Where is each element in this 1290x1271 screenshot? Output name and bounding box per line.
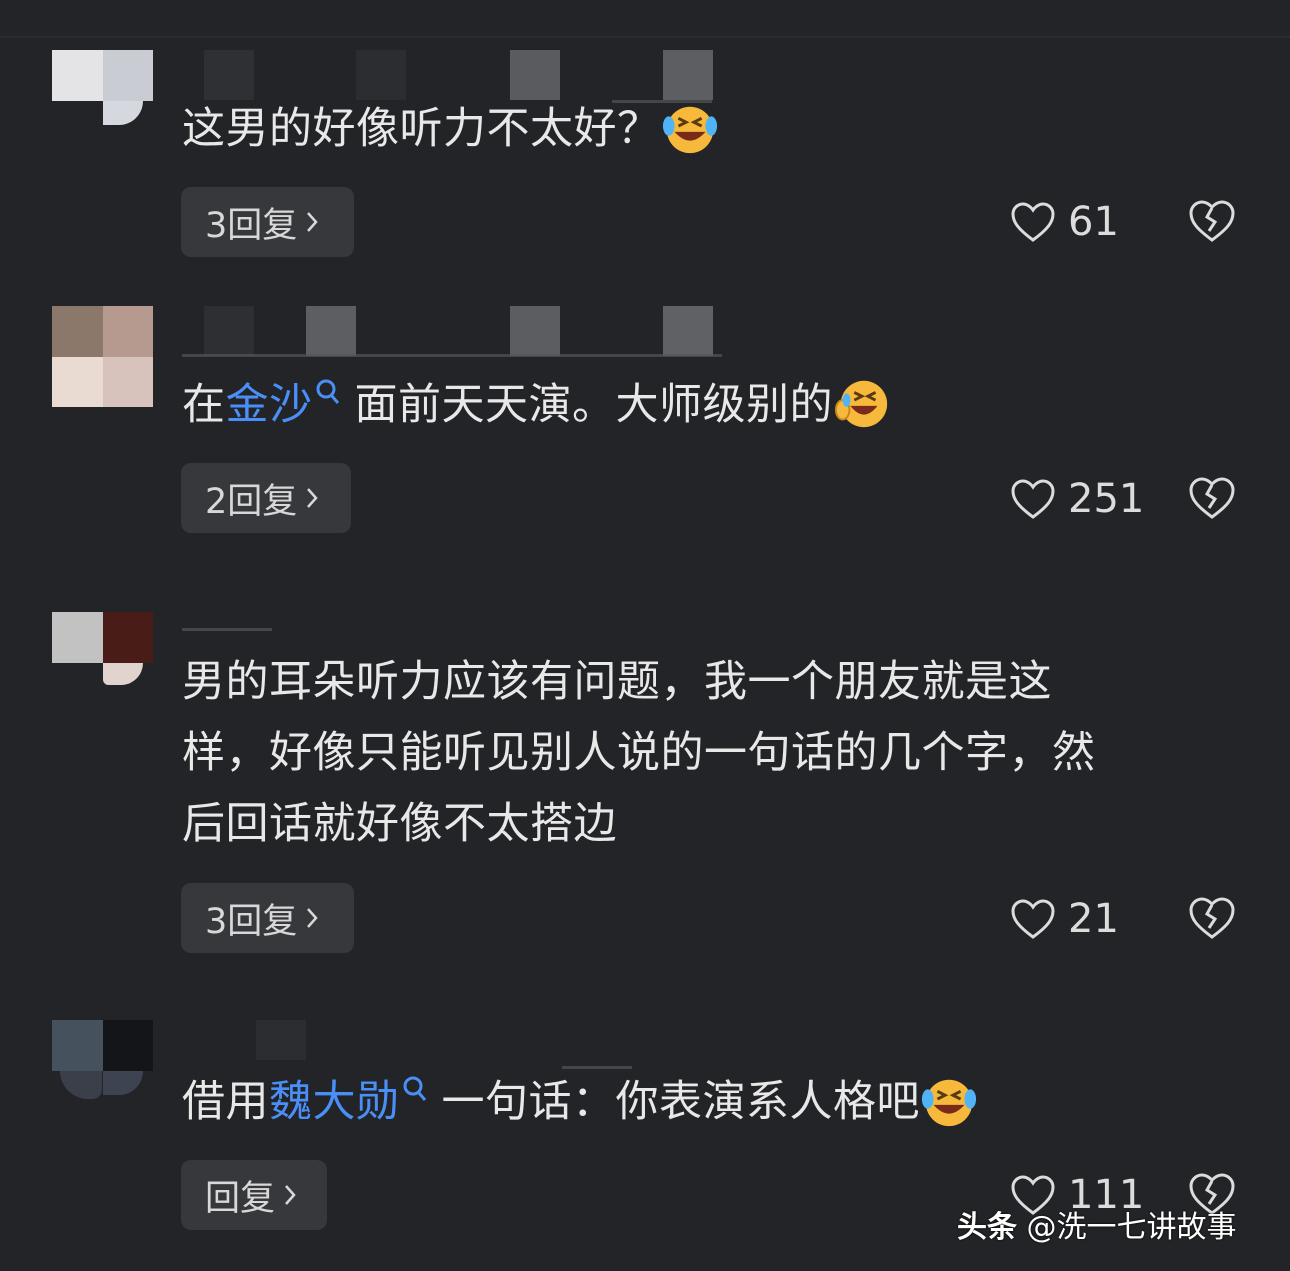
like-button[interactable]: 61 xyxy=(1010,197,1119,247)
watermark-handle: @洗一七讲故事 xyxy=(1026,1210,1237,1245)
laughing-emoji-icon xyxy=(921,1079,977,1126)
username-redacted[interactable] xyxy=(182,306,742,360)
laughing-emoji-icon xyxy=(662,106,717,153)
like-button[interactable]: 251 xyxy=(1010,474,1144,524)
like-count: 21 xyxy=(1068,896,1119,942)
heart-icon xyxy=(1011,479,1055,519)
watermark: 头条 @洗一七讲故事 xyxy=(957,1202,1237,1246)
like-count: 251 xyxy=(1068,476,1145,522)
watermark-brand: 头条 xyxy=(957,1210,1017,1245)
search-icon[interactable] xyxy=(315,378,341,412)
reply-button[interactable]: 3回复 xyxy=(181,883,354,953)
broken-heart-icon[interactable] xyxy=(1188,198,1236,244)
reply-button[interactable]: 2回复 xyxy=(181,463,351,533)
laughing-emoji-icon xyxy=(834,380,888,427)
chevron-right-icon xyxy=(307,212,318,232)
reply-button[interactable]: 3回复 xyxy=(181,187,354,257)
avatar[interactable] xyxy=(52,612,153,713)
broken-heart-icon[interactable] xyxy=(1188,895,1236,941)
chevron-right-icon xyxy=(307,908,318,928)
avatar[interactable] xyxy=(52,1020,153,1121)
heart-icon xyxy=(1011,899,1055,939)
top-divider xyxy=(0,36,1290,38)
avatar[interactable] xyxy=(52,306,153,407)
comment-text: 在金沙 面前天天演。大师级别的 xyxy=(182,370,1242,441)
comment-text: 借用魏大勋 一句话：你表演系人格吧 xyxy=(182,1067,1242,1138)
keyword-link[interactable]: 金沙 xyxy=(226,380,313,430)
like-button[interactable]: 21 xyxy=(1010,894,1119,944)
like-count: 61 xyxy=(1068,199,1119,245)
keyword-link[interactable]: 魏大勋 xyxy=(269,1077,400,1127)
reply-button[interactable]: 回复 xyxy=(181,1160,327,1230)
heart-icon xyxy=(1011,202,1055,242)
search-icon[interactable] xyxy=(402,1075,428,1109)
username-redacted[interactable] xyxy=(182,1020,742,1074)
broken-heart-icon[interactable] xyxy=(1188,475,1236,521)
comment-text: 男的耳朵听力应该有问题，我一个朋友就是这 样，好像只能听见别人说的一句话的几个字… xyxy=(182,657,1096,849)
chevron-right-icon xyxy=(307,488,318,508)
avatar[interactable] xyxy=(52,50,153,151)
chevron-right-icon xyxy=(285,1185,296,1205)
comment-text: 这男的好像听力不太好？ xyxy=(182,94,1242,165)
